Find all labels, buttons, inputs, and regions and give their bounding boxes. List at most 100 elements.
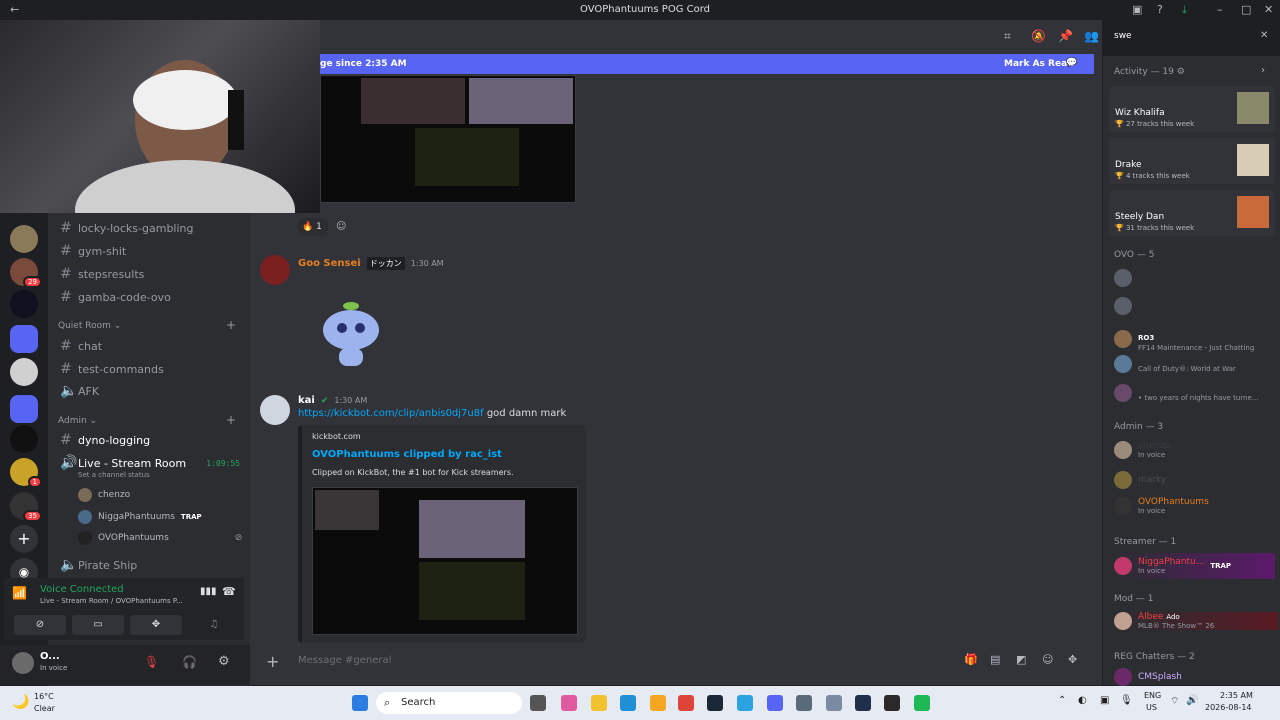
taskbar-search[interactable]: ⌕ Search bbox=[376, 692, 522, 714]
gift-icon[interactable]: 🎁 bbox=[964, 653, 978, 666]
activity-card[interactable]: Drake 🏆 4 tracks this week bbox=[1109, 138, 1275, 184]
channel-pirate-ship[interactable]: 🔈 Pirate Ship bbox=[60, 557, 137, 573]
channel-gym-shit[interactable]: # gym-shit bbox=[60, 243, 126, 259]
channel-locky-locks-gambling[interactable]: # locky-locks-gambling bbox=[60, 220, 194, 236]
member-item[interactable]: Call of Duty®: World at War bbox=[1114, 355, 1274, 373]
member-item[interactable]: NiggaPhantu... In voice TRAP bbox=[1111, 553, 1275, 579]
server-icon[interactable] bbox=[10, 225, 38, 253]
message-input[interactable]: Message #general bbox=[298, 655, 391, 666]
server-icon[interactable]: 29 bbox=[10, 258, 42, 288]
voice-user[interactable]: chenzo bbox=[78, 488, 130, 502]
pin-icon[interactable]: 📌 bbox=[1058, 29, 1073, 43]
noise-suppression-icon[interactable]: ▮▮▮ bbox=[200, 586, 217, 597]
member-item[interactable]: OVOPhantuums In voice bbox=[1114, 497, 1274, 515]
server-icon[interactable] bbox=[10, 290, 38, 318]
member-item[interactable]: Albee Ado MLB® The Show™ 26 bbox=[1114, 612, 1278, 630]
copilot-icon[interactable] bbox=[561, 695, 577, 711]
avatar[interactable] bbox=[12, 652, 34, 674]
server-icon[interactable]: 35 bbox=[10, 492, 42, 522]
maximize-icon[interactable]: □ bbox=[1241, 3, 1251, 16]
member-list-icon[interactable]: 👥 bbox=[1084, 29, 1099, 43]
clock-time[interactable]: 2:35 AM bbox=[1220, 691, 1253, 700]
category-admin[interactable]: Admin ⌄ bbox=[58, 416, 97, 426]
wifi-icon[interactable]: ⌔ bbox=[1170, 695, 1179, 708]
reaction-button[interactable]: 🔥 1 bbox=[298, 218, 328, 236]
download-icon[interactable]: ⤓ bbox=[1182, 3, 1187, 17]
clear-search-icon[interactable]: ✕ bbox=[1260, 30, 1268, 41]
start-icon[interactable] bbox=[352, 695, 368, 711]
folder-icon[interactable] bbox=[10, 325, 38, 353]
settings-icon[interactable]: ⚙ bbox=[218, 654, 230, 669]
new-messages-banner[interactable]: ge since 2:35 AM Mark As Read 💬 bbox=[320, 54, 1094, 74]
voice-location[interactable]: Live - Stream Room / OVOPhantuums P... bbox=[40, 597, 183, 605]
activity-card[interactable]: Steely Dan 🏆 31 tracks this week bbox=[1109, 190, 1275, 236]
help-icon[interactable]: ? bbox=[1157, 3, 1163, 16]
server-icon[interactable] bbox=[10, 425, 38, 453]
weather-icon[interactable]: 🌙 bbox=[12, 694, 29, 710]
inbox-icon[interactable]: ▣ bbox=[1132, 3, 1142, 16]
app-icon[interactable] bbox=[650, 695, 666, 711]
mark-as-read-button[interactable]: Mark As Read bbox=[1004, 59, 1074, 69]
server-icon[interactable] bbox=[10, 358, 38, 386]
activity-card[interactable]: Wiz Khalifa 🏆 27 tracks this week bbox=[1109, 86, 1275, 132]
minimize-icon[interactable]: – bbox=[1217, 3, 1223, 16]
mic-icon[interactable]: 🎙 bbox=[1120, 695, 1133, 706]
member-item[interactable]: CMSplash bbox=[1114, 668, 1274, 686]
member-item[interactable]: chenzo In voice bbox=[1114, 441, 1274, 459]
obs-icon[interactable] bbox=[884, 695, 900, 711]
server-icon[interactable]: 1 bbox=[10, 458, 42, 488]
gif-icon[interactable]: ▤ bbox=[990, 653, 1000, 666]
avatar[interactable] bbox=[260, 395, 290, 425]
search-input[interactable]: swe ✕ bbox=[1110, 28, 1272, 46]
image-attachment[interactable] bbox=[320, 75, 576, 203]
author-name[interactable]: Goo Sensei bbox=[298, 258, 361, 269]
screen-share-button[interactable]: ▭ bbox=[72, 615, 124, 635]
language[interactable]: ENG bbox=[1144, 691, 1161, 700]
app-icon[interactable] bbox=[826, 695, 842, 711]
deafen-icon[interactable]: 🎧 bbox=[182, 655, 197, 669]
activities-button[interactable]: ✥ bbox=[130, 615, 182, 635]
channel-dyno-logging[interactable]: # dyno-logging bbox=[60, 432, 150, 448]
tray-icon[interactable]: ▣ bbox=[1100, 695, 1109, 706]
chevron-up-icon[interactable]: ⌃ bbox=[1058, 695, 1066, 706]
signal-icon[interactable]: 📶 bbox=[12, 586, 27, 600]
voice-user[interactable]: OVOPhantuums ⊘ bbox=[78, 531, 242, 545]
add-channel-icon[interactable]: + bbox=[226, 318, 236, 332]
sticker-image[interactable] bbox=[312, 298, 390, 376]
region[interactable]: US bbox=[1146, 703, 1157, 712]
disconnect-icon[interactable]: ☎ bbox=[222, 585, 236, 598]
voice-user[interactable]: NiggaPhantuums TRAP bbox=[78, 510, 202, 524]
channel-live-stream-room[interactable]: 🔊 Live - Stream Room 1:09:55 bbox=[60, 455, 240, 471]
channel-gamba-code-ovo[interactable]: # gamba-code-ovo bbox=[60, 289, 171, 305]
steam-icon[interactable] bbox=[707, 695, 723, 711]
edge-icon[interactable] bbox=[620, 695, 636, 711]
apps-icon[interactable]: ✥ bbox=[1068, 653, 1077, 666]
avatar[interactable] bbox=[260, 255, 290, 285]
add-reaction-icon[interactable]: ☺ bbox=[336, 221, 346, 232]
task-view-icon[interactable] bbox=[530, 695, 546, 711]
threads-icon[interactable]: ⌗ bbox=[1004, 29, 1011, 44]
category-quiet-room[interactable]: Quiet Room ⌄ bbox=[58, 321, 121, 331]
add-channel-icon[interactable]: + bbox=[226, 413, 236, 427]
channel-chat[interactable]: # chat bbox=[60, 338, 102, 354]
chrome-icon[interactable] bbox=[678, 695, 694, 711]
channel-test-commands[interactable]: # test-commands bbox=[60, 361, 164, 377]
spotify-icon[interactable] bbox=[914, 695, 930, 711]
channel-afk[interactable]: 🔈 AFK bbox=[60, 383, 99, 399]
emoji-icon[interactable]: ☺ bbox=[1042, 653, 1053, 666]
channel-status[interactable]: Set a channel status bbox=[78, 471, 150, 479]
member-item[interactable]: RO3 FF14 Maintenance - Just Chatting bbox=[1114, 325, 1274, 352]
app-icon[interactable] bbox=[855, 695, 871, 711]
discord-icon[interactable] bbox=[767, 695, 783, 711]
message-link[interactable]: https://kickbot.com/clip/anbis0dj7u8f bbox=[298, 408, 484, 419]
soundboard-button[interactable]: ♫ bbox=[188, 615, 240, 635]
activity-header[interactable]: Activity — 19 ⚙ bbox=[1114, 67, 1185, 77]
notification-icon[interactable]: 🔕 bbox=[1031, 29, 1046, 43]
file-explorer-icon[interactable] bbox=[591, 695, 607, 711]
author-name[interactable]: kai bbox=[298, 395, 315, 406]
member-item[interactable] bbox=[1114, 269, 1274, 287]
sticker-icon[interactable]: ◩ bbox=[1016, 653, 1026, 666]
member-item[interactable] bbox=[1114, 297, 1274, 315]
folder-icon[interactable] bbox=[10, 395, 38, 423]
camera-off-button[interactable]: ⊘ bbox=[14, 615, 66, 635]
